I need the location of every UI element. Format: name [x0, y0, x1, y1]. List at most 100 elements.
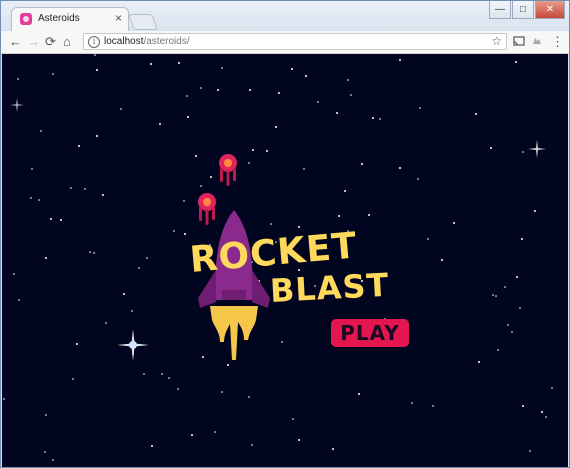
background-star — [492, 294, 494, 296]
background-star — [178, 62, 180, 64]
background-star — [298, 226, 300, 228]
background-star — [168, 377, 170, 379]
background-star — [161, 373, 163, 375]
extension-icon[interactable] — [531, 35, 543, 47]
window-controls: — □ ✕ — [488, 1, 565, 19]
background-star — [522, 151, 524, 153]
tab-strip: Asteroids × — □ ✕ — [1, 1, 569, 31]
background-star — [93, 252, 95, 254]
background-star — [78, 145, 80, 147]
close-window-button[interactable]: ✕ — [535, 1, 565, 19]
background-star — [298, 439, 300, 441]
favicon-icon — [20, 13, 32, 25]
background-star — [200, 185, 202, 187]
info-icon[interactable]: i — [88, 36, 100, 48]
background-star — [358, 393, 360, 395]
background-star — [519, 307, 521, 309]
background-star — [291, 68, 293, 70]
sparkle-star-icon — [117, 329, 149, 361]
background-star — [96, 69, 98, 71]
background-star — [44, 451, 46, 453]
background-star — [534, 210, 536, 212]
background-star — [541, 411, 543, 413]
background-star — [432, 405, 434, 407]
game-canvas[interactable]: ROCKET BLAST PLAY — [2, 54, 568, 467]
background-star — [214, 431, 216, 433]
background-star — [275, 126, 277, 128]
background-star — [545, 416, 547, 418]
background-star — [336, 112, 338, 114]
background-star — [210, 176, 212, 178]
background-star — [515, 61, 517, 63]
background-star — [186, 95, 188, 97]
background-star — [332, 448, 334, 450]
reload-button[interactable]: ⟳ — [45, 34, 56, 50]
tab-close-icon[interactable]: × — [115, 11, 122, 25]
background-star — [399, 167, 401, 169]
tab-asteroids[interactable]: Asteroids × — [11, 7, 129, 31]
menu-icon[interactable]: ⋮ — [551, 34, 564, 50]
background-star — [105, 322, 107, 324]
background-star — [511, 331, 513, 333]
sparkle-star-icon — [528, 140, 546, 158]
browser-toolbar: ← → ⟳ ⌂ i localhost/asteroids/ ☆ ⋮ — [1, 31, 569, 54]
new-tab-button[interactable] — [128, 14, 158, 30]
background-star — [379, 118, 381, 120]
background-star — [278, 92, 280, 94]
background-star — [292, 418, 294, 420]
background-star — [419, 107, 421, 109]
home-button[interactable]: ⌂ — [63, 34, 71, 50]
background-star — [187, 116, 189, 118]
bookmark-star-icon[interactable]: ☆ — [491, 34, 502, 48]
background-star — [17, 78, 19, 80]
background-star — [490, 147, 492, 149]
background-star — [303, 168, 305, 170]
background-star — [551, 387, 553, 389]
background-star — [497, 349, 499, 351]
background-star — [350, 94, 352, 96]
play-button[interactable]: PLAY — [331, 319, 409, 347]
background-star — [427, 238, 429, 240]
background-star — [94, 54, 96, 56]
background-star — [150, 63, 152, 65]
background-star — [344, 190, 346, 192]
forward-button[interactable]: → — [27, 34, 40, 50]
background-star — [338, 215, 340, 217]
background-star — [495, 295, 497, 297]
background-star — [249, 89, 251, 91]
background-star — [138, 267, 140, 269]
background-star — [45, 257, 47, 259]
url-text: localhost/asteroids/ — [104, 36, 190, 47]
background-star — [60, 219, 62, 221]
background-star — [31, 168, 33, 170]
maximize-button[interactable]: □ — [512, 1, 534, 19]
background-star — [52, 73, 54, 75]
background-star — [102, 194, 104, 196]
background-star — [251, 444, 253, 446]
background-star — [40, 130, 42, 132]
address-bar[interactable]: i localhost/asteroids/ ☆ — [83, 33, 507, 50]
background-star — [143, 373, 145, 375]
background-star — [195, 155, 197, 157]
background-star — [183, 200, 185, 202]
background-star — [372, 117, 374, 119]
background-star — [70, 187, 72, 189]
background-star — [266, 150, 268, 152]
background-star — [45, 414, 47, 416]
url-host: localhost — [104, 36, 144, 47]
background-star — [76, 343, 78, 345]
background-star — [131, 310, 133, 312]
back-button[interactable]: ← — [9, 34, 22, 50]
background-star — [361, 163, 363, 165]
background-star — [281, 341, 283, 343]
minimize-button[interactable]: — — [489, 1, 511, 19]
background-star — [478, 361, 480, 363]
background-star — [217, 89, 219, 91]
background-star — [417, 178, 419, 180]
background-star — [177, 388, 179, 390]
background-star — [529, 450, 531, 452]
background-star — [50, 218, 52, 220]
background-star — [96, 135, 98, 137]
cast-icon[interactable] — [513, 35, 525, 47]
enemy-ship-icon — [219, 154, 237, 186]
